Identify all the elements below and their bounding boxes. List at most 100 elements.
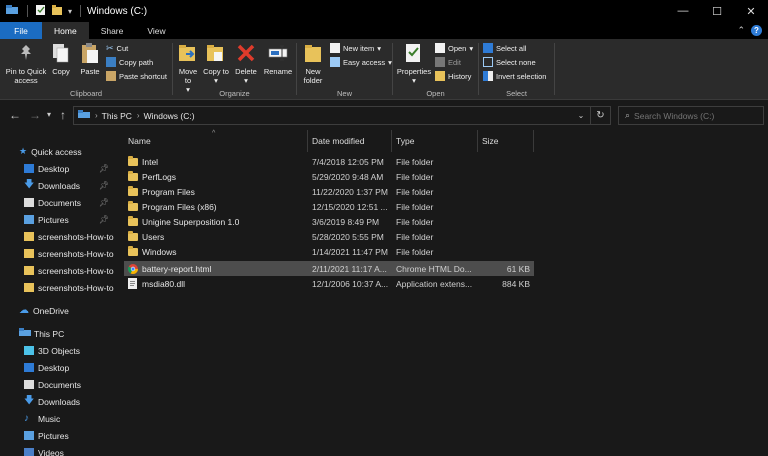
forward-arrow-icon[interactable]: →	[29, 108, 41, 122]
cut-button[interactable]: ✂ Cut	[106, 43, 128, 54]
copy-button[interactable]: Copy	[48, 41, 74, 76]
new-item-button[interactable]: New item ▾	[330, 43, 381, 53]
table-row[interactable]: Unigine Superposition 1.0 3/6/2019 8:49 …	[124, 214, 534, 229]
select-all-button[interactable]: Select all	[483, 43, 526, 53]
maximize-button[interactable]: ☐	[700, 0, 734, 22]
nav-quick-access[interactable]: ★ Quick access	[0, 143, 114, 160]
nav-screenshots-folder[interactable]: screenshots-How-to	[0, 262, 114, 279]
paste-button[interactable]: Paste	[76, 41, 104, 76]
move-to-icon	[177, 41, 199, 65]
download-arrow-icon: 🡇	[24, 395, 35, 406]
table-row[interactable]: Windows 1/14/2021 11:47 PM File folder	[124, 244, 534, 259]
up-arrow-icon[interactable]: ↑	[60, 108, 66, 122]
invert-selection-button[interactable]: Invert selection	[483, 71, 546, 81]
history-button[interactable]: History	[435, 71, 471, 81]
breadcrumb-this-pc[interactable]: This PC	[102, 111, 132, 121]
nav-pc-music[interactable]: ♪ Music	[0, 410, 114, 427]
refresh-icon[interactable]: ↻	[590, 107, 610, 124]
close-button[interactable]: ✕	[734, 0, 768, 22]
dll-file-icon	[128, 276, 142, 291]
table-row[interactable]: Users 5/28/2020 5:55 PM File folder	[124, 229, 534, 244]
back-arrow-icon[interactable]: ←	[9, 108, 21, 122]
clipboard-group-label: Clipboard	[69, 89, 103, 98]
paste-icon	[79, 41, 101, 65]
nav-pc-documents[interactable]: Documents	[0, 376, 114, 393]
nav-pc-downloads[interactable]: 🡇 Downloads	[0, 393, 114, 410]
move-to-button[interactable]: Move to ▾	[175, 41, 201, 94]
window-title: Windows (C:)	[87, 5, 148, 17]
paste-shortcut-button[interactable]: Paste shortcut	[106, 71, 167, 81]
table-row[interactable]: PerfLogs 5/29/2020 9:48 AM File folder	[124, 169, 534, 184]
tab-file[interactable]: File	[0, 22, 42, 39]
table-row-selected[interactable]: battery-report.html 2/11/2021 11:17 A...…	[124, 261, 534, 276]
folder-icon	[128, 169, 142, 184]
copy-path-button[interactable]: Copy path	[106, 57, 153, 67]
nav-screenshots-folder[interactable]: screenshots-How-to	[0, 245, 114, 262]
tab-share[interactable]: Share	[89, 22, 136, 39]
address-bar[interactable]: › This PC › Windows (C:) ⌄ ↻	[73, 106, 611, 125]
pin-icon[interactable]: 📌︎	[99, 215, 109, 224]
rename-button[interactable]: Rename	[262, 41, 294, 76]
nav-pc-desktop[interactable]: Desktop	[0, 359, 114, 376]
search-box[interactable]: ⌕	[618, 106, 764, 125]
nav-this-pc[interactable]: This PC	[0, 325, 114, 342]
file-name: battery-report.html	[142, 263, 212, 274]
table-row[interactable]: Program Files 11/22/2020 1:37 PM File fo…	[124, 184, 534, 199]
easy-access-button[interactable]: Easy access ▾	[330, 57, 392, 67]
explorer-app-icon[interactable]	[6, 5, 19, 17]
nav-pc-videos[interactable]: Videos	[0, 444, 114, 456]
recent-locations-icon[interactable]: ▾	[47, 110, 51, 119]
table-row[interactable]: msdia80.dll 12/1/2006 10:37 A... Applica…	[124, 276, 534, 291]
desktop-icon	[24, 363, 34, 372]
nav-item-label: Downloads	[38, 396, 81, 407]
chrome-icon	[128, 261, 142, 276]
pictures-icon	[24, 215, 34, 224]
tab-view[interactable]: View	[135, 22, 177, 39]
new-folder-qat-icon[interactable]	[52, 5, 62, 17]
pin-icon[interactable]: 📌︎	[99, 198, 109, 207]
nav-desktop[interactable]: Desktop 📌︎	[0, 160, 114, 177]
table-row[interactable]: Intel 7/4/2018 12:05 PM File folder	[124, 154, 534, 169]
nav-pc-pictures[interactable]: Pictures	[0, 427, 114, 444]
address-history-chevron-icon[interactable]: ⌄	[572, 111, 590, 120]
file-name: Users	[142, 231, 165, 242]
properties-check-icon[interactable]	[36, 5, 46, 17]
nav-documents[interactable]: Documents 📌︎	[0, 194, 114, 211]
column-header-date-modified[interactable]: Date modified	[308, 130, 392, 152]
qat-divider	[80, 5, 82, 17]
nav-screenshots-folder[interactable]: screenshots-How-to	[0, 228, 114, 245]
open-button[interactable]: Open ▾	[435, 43, 473, 53]
copy-to-button[interactable]: Copy to ▾	[203, 41, 229, 85]
file-date: 5/29/2020 9:48 AM	[312, 171, 384, 182]
column-header-name[interactable]: Name	[124, 130, 308, 152]
nav-item-label: 3D Objects	[38, 345, 81, 356]
customize-qat-icon[interactable]: ▾	[68, 7, 72, 16]
pin-icon[interactable]: 📌︎	[99, 181, 109, 190]
pin-to-quick-access-button[interactable]: Pin to Quick access	[4, 41, 48, 85]
nav-onedrive[interactable]: ☁ OneDrive	[0, 302, 114, 319]
nav-downloads[interactable]: 🡇 Downloads 📌︎	[0, 177, 114, 194]
minimize-button[interactable]: —	[666, 0, 700, 22]
help-icon[interactable]: ?	[751, 25, 762, 36]
tab-home[interactable]: Home	[42, 22, 89, 39]
edit-button[interactable]: Edit	[435, 57, 461, 67]
nav-pictures[interactable]: Pictures 📌︎	[0, 211, 114, 228]
edit-label: Edit	[448, 57, 461, 67]
delete-button[interactable]: Delete ▾	[233, 41, 259, 85]
search-input[interactable]	[634, 110, 755, 121]
table-row[interactable]: Program Files (x86) 12/15/2020 12:51 ...…	[124, 199, 534, 214]
file-date: 3/6/2019 8:49 PM	[312, 216, 380, 227]
music-note-icon: ♪	[24, 413, 29, 424]
column-header-size[interactable]: Size	[478, 130, 534, 152]
column-header-type[interactable]: Type	[392, 130, 478, 152]
nav-screenshots-folder[interactable]: screenshots-How-to	[0, 279, 114, 296]
file-size: 61 KB	[506, 263, 530, 274]
nav-item-label: Downloads	[38, 180, 81, 191]
new-folder-button[interactable]: New folder	[299, 41, 327, 85]
breadcrumb-windows-c[interactable]: Windows (C:)	[144, 111, 195, 121]
nav-3d-objects[interactable]: 3D Objects	[0, 342, 114, 359]
select-none-button[interactable]: Select none	[483, 57, 536, 67]
properties-button[interactable]: Properties ▾	[395, 41, 433, 85]
collapse-ribbon-icon[interactable]: ⌃	[737, 25, 745, 36]
pin-icon[interactable]: 📌︎	[99, 164, 109, 173]
